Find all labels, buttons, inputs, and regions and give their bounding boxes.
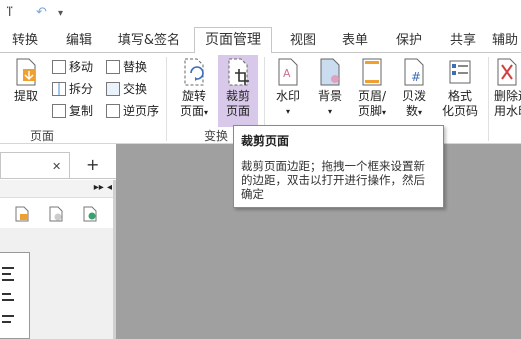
crop-page-tooltip: 裁剪页面 裁剪页面边距；拖拽一个框来设置新的边距，双击以打开进行操作，然后确定	[233, 125, 444, 208]
reverse-order-label: 逆页序	[123, 104, 160, 118]
header-footer-icon	[362, 58, 382, 86]
extract-button[interactable]: 提取	[8, 55, 44, 127]
close-tab-icon[interactable]: ✕	[52, 160, 61, 173]
reverse-order-icon	[106, 104, 120, 118]
delete-page-icon[interactable]	[48, 206, 64, 222]
ribbon-tabs: 转换 编辑 填写&签名 页面管理 视图 表单 保护 共享 辅助	[0, 27, 521, 53]
hand-tool-icon[interactable]: ⴶ	[6, 5, 13, 20]
tab-accessibility[interactable]: 辅助	[492, 30, 521, 52]
watermark-label: 水印	[275, 89, 300, 103]
crop-page-label-1: 裁剪	[225, 89, 250, 103]
copy-button[interactable]: 复制	[52, 101, 93, 121]
rotate-page-button[interactable]: 旋转 页面▾	[174, 55, 214, 127]
watermark-button[interactable]: A 水印 ▾	[270, 55, 306, 127]
move-label: 移动	[69, 60, 94, 74]
insert-page-icon[interactable]	[14, 206, 30, 222]
quick-access-bar: ⴶ ↶ ▾	[0, 0, 521, 30]
format-page-number-label-2: 化页码	[441, 104, 478, 118]
group-label-page: 页面	[29, 129, 54, 143]
group-divider	[166, 57, 167, 141]
group-divider	[488, 57, 489, 141]
tab-fill-sign[interactable]: 填写&签名	[110, 30, 188, 52]
new-tab-button[interactable]: +	[86, 155, 99, 174]
header-footer-label-2: 页脚▾	[357, 104, 387, 118]
header-footer-button[interactable]: 页眉/ 页脚▾	[352, 55, 392, 127]
extract-label: 提取	[13, 89, 38, 103]
tab-form[interactable]: 表单	[332, 30, 378, 52]
tab-convert[interactable]: 转换	[2, 30, 48, 52]
tab-view[interactable]: 视图	[280, 30, 326, 52]
customize-menu-icon[interactable]: ▾	[58, 8, 63, 19]
format-page-number-icon	[449, 60, 471, 84]
bates-number-label-1: 贝泼	[401, 89, 426, 103]
bates-number-icon: #	[404, 58, 424, 86]
background-icon	[320, 58, 340, 86]
crop-page-button[interactable]: 裁剪 页面	[218, 55, 258, 127]
page-properties-icon[interactable]	[82, 206, 98, 222]
svg-text:A: A	[283, 67, 291, 80]
tooltip-description: 裁剪页面边距；拖拽一个框来设置新的边距，双击以打开进行操作，然后确定	[241, 159, 425, 201]
reverse-order-button[interactable]: 逆页序	[106, 101, 159, 121]
move-button[interactable]: 移动	[52, 57, 93, 77]
bates-number-button[interactable]: # 贝泼 数▾	[396, 55, 432, 127]
tab-strip-divider	[0, 178, 116, 179]
delete-watermark-button[interactable]: 删除远 用水印	[494, 55, 521, 127]
split-button[interactable]: 拆分	[52, 79, 93, 99]
rotate-page-label-2: 页面▾	[179, 104, 209, 118]
rotate-page-icon	[184, 58, 204, 86]
bates-number-label-2: 数▾	[405, 104, 423, 118]
replace-label: 替换	[123, 60, 148, 74]
watermark-icon: A	[278, 58, 298, 86]
panel-header: ▸▸ ◂	[0, 180, 116, 198]
svg-text:#: #	[411, 70, 421, 84]
crop-page-icon	[228, 58, 249, 86]
tab-edit[interactable]: 编辑	[56, 30, 102, 52]
group-label-transform: 变换	[203, 129, 228, 143]
split-label: 拆分	[69, 82, 94, 96]
replace-button[interactable]: 替换	[106, 57, 147, 77]
background-label: 背景	[317, 89, 342, 103]
rotate-page-label-1: 旋转	[181, 89, 206, 103]
crop-page-label-2: 页面	[225, 104, 250, 118]
header-footer-label-1: 页眉/	[357, 89, 387, 103]
page-thumbnail[interactable]	[0, 252, 30, 339]
delete-watermark-label-2: 用水印	[494, 104, 521, 118]
format-page-number-button[interactable]: 格式 化页码	[438, 55, 482, 127]
replace-icon	[106, 60, 120, 74]
delete-watermark-icon	[497, 58, 517, 86]
copy-icon	[52, 104, 66, 118]
extract-icon	[16, 58, 36, 86]
move-icon	[52, 60, 66, 74]
tab-protect[interactable]: 保护	[386, 30, 432, 52]
copy-label: 复制	[69, 104, 94, 118]
swap-icon	[106, 82, 120, 96]
delete-watermark-label-1: 删除远	[494, 89, 521, 103]
swap-button[interactable]: 交换	[106, 79, 147, 99]
split-icon	[52, 82, 66, 96]
watermark-dropdown-icon: ▾	[285, 107, 290, 116]
tab-share[interactable]: 共享	[440, 30, 486, 52]
panel-collapse-icon[interactable]: ▸▸ ◂	[94, 182, 112, 193]
tooltip-title: 裁剪页面	[241, 134, 290, 148]
format-page-number-label-1: 格式	[447, 89, 472, 103]
tab-page-management[interactable]: 页面管理	[194, 27, 272, 53]
background-button[interactable]: 背景 ▾	[312, 55, 348, 127]
background-dropdown-icon: ▾	[327, 107, 332, 116]
undo-icon[interactable]: ↶	[36, 5, 47, 20]
swap-label: 交换	[123, 82, 148, 96]
